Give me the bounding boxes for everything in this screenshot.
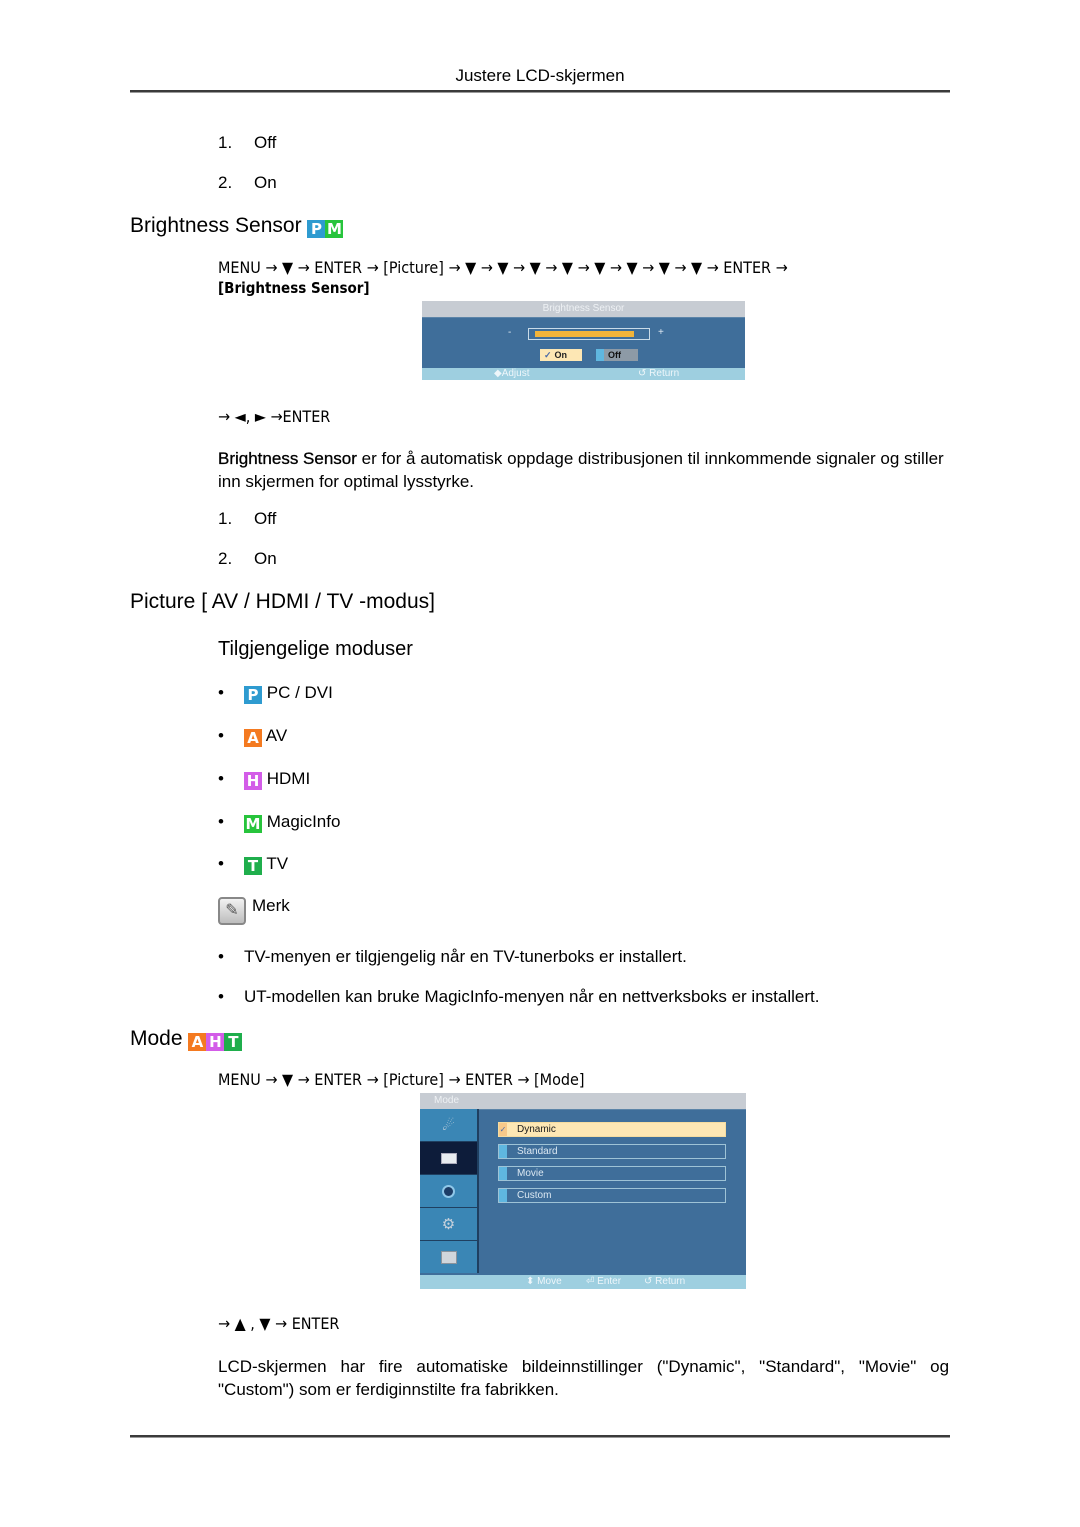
mode-list-item: • H HDMI <box>218 769 311 790</box>
brightness-sensor-heading: Brightness Sensor PM <box>130 214 344 238</box>
enter-icon: ⏎ <box>586 1276 598 1287</box>
check-icon: ✓ <box>499 1123 507 1136</box>
sidebar-item-picture[interactable] <box>420 1142 477 1175</box>
mode-description: LCD-skjermen har fire automatiske bildei… <box>218 1357 950 1399</box>
hdmi-mode-badge-icon: H <box>244 772 262 790</box>
satellite-dish-icon: ☄ <box>442 1116 455 1133</box>
off-option-button[interactable]: Off <box>596 349 638 361</box>
mode-list-item: • T TV <box>218 854 289 875</box>
hdmi-mode-badge-icon: H <box>206 1033 225 1051</box>
magicinfo-mode-badge-icon: M <box>244 815 262 833</box>
move-hint: ⬍ Move <box>526 1276 562 1287</box>
page-header-title: Justere LCD-skjermen <box>455 66 625 85</box>
plus-label: + <box>658 327 664 338</box>
available-modes-subheading: Tilgjengelige moduser <box>218 638 413 660</box>
pc-mode-badge-icon: P <box>307 220 326 238</box>
return-hint: ↺ Return <box>644 1276 686 1287</box>
input-icon <box>440 1250 457 1264</box>
minus-label: - <box>508 327 512 338</box>
note-item: • UT-modellen kan bruke MagicInfo-menyen … <box>218 987 820 1006</box>
sound-icon <box>442 1184 455 1198</box>
mode-list-item: • P PC / DVI <box>218 683 333 704</box>
check-icon: ✓ <box>544 350 552 360</box>
mode-nav-after: → ▲ , ▼ → ENTER <box>218 1314 340 1333</box>
osd-title: Brightness Sensor <box>422 301 745 318</box>
av-mode-badge-icon: A <box>244 729 262 747</box>
return-icon: ↺ <box>644 1276 656 1287</box>
magicinfo-mode-badge-icon: M <box>325 220 344 238</box>
osd-footer: ◆Adjust ↺ Return <box>422 368 745 380</box>
note-header: ✎ Merk <box>218 896 290 925</box>
mode-option-custom[interactable]: Custom <box>498 1188 726 1203</box>
list-item: 2. On <box>218 173 277 192</box>
sidebar-item-sound[interactable] <box>420 1175 477 1208</box>
list-item: 1. Off <box>218 509 277 528</box>
mode-option-standard[interactable]: Standard <box>498 1144 726 1159</box>
list-item: 2. On <box>218 549 277 568</box>
mode-nav-path: MENU → ▼ → ENTER → [Picture] → ENTER → [… <box>218 1070 585 1089</box>
enter-hint: ⏎ Enter <box>586 1276 622 1287</box>
return-hint: ↺ Return <box>638 368 680 379</box>
picture-modes-heading: Picture [ AV / HDMI / TV -modus] <box>130 590 435 613</box>
footer-rule <box>130 1435 950 1438</box>
slider-fill <box>535 331 634 337</box>
mode-list-item: • A AV <box>218 726 288 747</box>
note-pencil-icon: ✎ <box>218 897 246 925</box>
brightness-nav-after: → ◄, ► →ENTER <box>218 407 331 426</box>
osd-sidebar: ☄ ⚙ <box>420 1109 479 1273</box>
sidebar-item-input[interactable]: ☄ <box>420 1109 477 1142</box>
brightness-slider[interactable] <box>528 328 650 340</box>
osd-footer: ⬍ Move ⏎ Enter ↺ Return <box>420 1275 746 1289</box>
brightness-sensor-osd: Brightness Sensor - + ✓ On Off ◆Adjust ↺ … <box>422 301 745 380</box>
adjust-hint: ◆Adjust <box>494 368 530 379</box>
tv-mode-badge-icon: T <box>224 1033 243 1051</box>
brightness-nav-path: MENU → ▼ → ENTER → [Picture] → ▼ → ▼ → ▼… <box>218 258 788 297</box>
up-down-arrows-icon: ⬍ <box>526 1276 538 1287</box>
av-mode-badge-icon: A <box>188 1033 207 1051</box>
list-item: 1. Off <box>218 133 277 152</box>
mode-osd: Mode ☄ ⚙ ✓ Dynamic Standard Movie Custom … <box>420 1093 746 1289</box>
brightness-description: Brightness Sensor er for å automatisk op… <box>218 449 944 491</box>
return-icon: ↺ <box>638 368 650 379</box>
tv-mode-badge-icon: T <box>244 857 262 875</box>
on-option-button[interactable]: ✓ On <box>540 349 582 361</box>
setup-gear-icon: ⚙ <box>441 1216 456 1233</box>
sidebar-item-multi[interactable] <box>420 1241 477 1273</box>
note-item: • TV-menyen er tilgjengelig når en TV-tun… <box>218 947 687 966</box>
osd-title: Mode <box>420 1093 746 1110</box>
mode-heading: Mode AHT <box>130 1027 243 1051</box>
mode-option-movie[interactable]: Movie <box>498 1166 726 1181</box>
sidebar-item-setup[interactable]: ⚙ <box>420 1208 477 1241</box>
mode-list-item: • M MagicInfo <box>218 812 341 833</box>
mode-option-dynamic[interactable]: ✓ Dynamic <box>498 1122 726 1137</box>
pc-mode-badge-icon: P <box>244 686 262 704</box>
header-rule <box>130 90 950 93</box>
left-right-arrows-icon: ◆ <box>494 368 502 379</box>
picture-icon <box>440 1152 457 1164</box>
